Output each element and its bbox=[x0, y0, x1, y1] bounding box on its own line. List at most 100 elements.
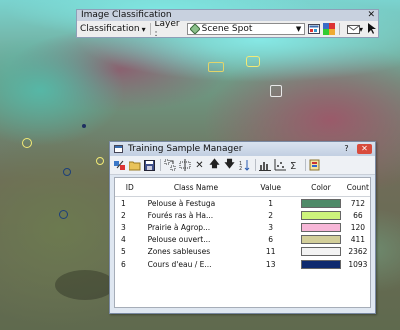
divider bbox=[339, 23, 340, 35]
color-swatch[interactable] bbox=[300, 210, 341, 220]
layer-select[interactable]: Scene Spot ▼ bbox=[186, 23, 306, 35]
class-id-cell[interactable]: 1 bbox=[115, 197, 140, 210]
toolbar-title-text: Image Classification bbox=[81, 10, 172, 20]
table-row[interactable]: 1 Pelouse à Festuga 1 712 bbox=[115, 197, 370, 210]
table-row[interactable]: 2 Fourés ras à Ha... 2 66 bbox=[115, 209, 370, 221]
classify-icon[interactable] bbox=[323, 23, 336, 35]
class-name-cell[interactable]: Zones sableuses bbox=[140, 246, 246, 258]
table-header-row: ID Class Name Value Color Count bbox=[115, 178, 370, 197]
column-header-class-name[interactable]: Class Name bbox=[139, 178, 246, 197]
open-folder-icon[interactable] bbox=[128, 159, 141, 172]
class-color-cell[interactable] bbox=[296, 246, 346, 258]
class-count-cell: 1093 bbox=[348, 259, 368, 269]
split-samples-icon[interactable] bbox=[178, 159, 191, 172]
merge-samples-icon[interactable] bbox=[163, 159, 176, 172]
divider bbox=[305, 159, 306, 171]
raster-layer-icon bbox=[189, 24, 200, 34]
image-classification-toolbar: Image Classification ✕ Classification ▾ … bbox=[76, 9, 379, 39]
layer-select-value: Scene Spot bbox=[201, 24, 253, 34]
create-signature-file-icon[interactable] bbox=[308, 159, 321, 172]
help-button[interactable]: ? bbox=[339, 144, 354, 154]
class-name-cell[interactable]: Cours d'eau / E... bbox=[140, 258, 246, 270]
class-count-cell: 411 bbox=[350, 235, 366, 245]
class-value-cell[interactable]: 3 bbox=[245, 221, 296, 233]
class-id-cell[interactable]: 6 bbox=[115, 258, 140, 270]
window-toolbar: ✕ 🡅 🡇 12 Σ bbox=[110, 156, 375, 175]
class-id-cell[interactable]: 2 bbox=[115, 209, 140, 221]
column-header-value[interactable]: Value bbox=[245, 178, 297, 197]
class-value-cell[interactable]: 2 bbox=[245, 209, 296, 221]
class-id-cell[interactable]: 3 bbox=[115, 221, 140, 233]
training-sample-manager-icon[interactable] bbox=[308, 23, 321, 35]
class-count-cell: 66 bbox=[353, 210, 363, 220]
table-row[interactable]: 4 Pelouse ouvert... 6 411 bbox=[115, 234, 370, 246]
class-name-cell[interactable]: Fourés ras à Ha... bbox=[140, 209, 246, 221]
class-value-cell[interactable]: 6 bbox=[245, 234, 296, 246]
sample-polygon bbox=[270, 85, 282, 97]
color-swatch[interactable] bbox=[300, 259, 341, 269]
divider bbox=[255, 159, 256, 171]
move-up-icon[interactable]: 🡅 bbox=[208, 159, 221, 172]
move-down-icon[interactable]: 🡇 bbox=[223, 159, 236, 172]
color-swatch[interactable] bbox=[300, 222, 341, 232]
delete-icon[interactable]: ✕ bbox=[193, 159, 206, 172]
scatterplot-icon[interactable] bbox=[273, 159, 286, 172]
envelope-icon[interactable] bbox=[346, 23, 360, 35]
class-name-cell[interactable]: Prairie à Agrop... bbox=[140, 221, 246, 233]
class-id-cell[interactable]: 4 bbox=[115, 234, 140, 246]
chevron-down-icon: ▾ bbox=[141, 24, 146, 34]
class-color-cell[interactable] bbox=[296, 258, 346, 270]
window-title-bar[interactable]: Training Sample Manager ? ✕ bbox=[110, 142, 375, 156]
classification-dropdown[interactable]: Classification ▾ bbox=[80, 24, 146, 34]
class-count-cell: 120 bbox=[350, 222, 366, 232]
class-name-cell[interactable]: Pelouse à Festuga bbox=[140, 197, 246, 210]
cursor-select-icon[interactable] bbox=[366, 23, 378, 35]
class-id-cell[interactable]: 5 bbox=[115, 246, 140, 258]
class-name-cell[interactable]: Pelouse ouvert... bbox=[140, 234, 246, 246]
class-color-cell[interactable] bbox=[296, 197, 346, 210]
training-samples-table: ID Class Name Value Color Count 1 Pelouse… bbox=[114, 177, 371, 308]
chevron-down-icon: ▼ bbox=[295, 25, 302, 33]
sort-icon[interactable]: 12 bbox=[238, 159, 251, 172]
dark-river-area bbox=[55, 270, 115, 300]
class-color-cell[interactable] bbox=[296, 209, 346, 221]
class-count-cell: 2362 bbox=[348, 247, 368, 257]
classification-label: Classification bbox=[80, 24, 140, 34]
svg-text:Σ: Σ bbox=[290, 161, 296, 171]
color-swatch[interactable] bbox=[300, 235, 341, 245]
class-color-cell[interactable] bbox=[296, 234, 346, 246]
window-title: Training Sample Manager bbox=[128, 144, 243, 154]
class-value-cell[interactable]: 13 bbox=[245, 258, 296, 270]
color-swatch[interactable] bbox=[300, 247, 341, 257]
statistics-icon[interactable]: Σ bbox=[288, 159, 301, 172]
sample-polygon bbox=[246, 56, 260, 67]
class-color-cell[interactable] bbox=[296, 221, 346, 233]
column-header-count[interactable]: Count bbox=[345, 178, 370, 197]
save-icon[interactable] bbox=[143, 159, 156, 172]
layer-label: Layer : bbox=[154, 19, 180, 39]
divider bbox=[149, 23, 151, 35]
table-row[interactable]: 5 Zones sableuses 11 2362 bbox=[115, 246, 370, 258]
svg-text:2: 2 bbox=[239, 166, 242, 171]
sample-polygon bbox=[82, 124, 86, 128]
histogram-icon[interactable] bbox=[258, 159, 271, 172]
sample-polygon bbox=[22, 138, 32, 148]
table-row[interactable]: 3 Prairie à Agrop... 3 120 bbox=[115, 221, 370, 233]
sample-polygon bbox=[208, 62, 224, 72]
close-button[interactable]: ✕ bbox=[357, 144, 372, 154]
sample-polygon bbox=[96, 157, 104, 165]
training-sample-manager-window: Training Sample Manager ? ✕ ✕ 🡅 🡇 12 Σ I… bbox=[109, 141, 376, 314]
sample-polygon bbox=[59, 210, 68, 219]
table-row[interactable]: 6 Cours d'eau / E... 13 1093 bbox=[115, 258, 370, 270]
close-icon[interactable]: ✕ bbox=[367, 10, 375, 21]
column-header-id[interactable]: ID bbox=[115, 178, 140, 197]
class-value-cell[interactable]: 11 bbox=[245, 246, 296, 258]
divider bbox=[160, 159, 161, 171]
sample-polygon bbox=[63, 168, 71, 176]
toolbar-title[interactable]: Image Classification ✕ bbox=[77, 10, 378, 21]
app-icon bbox=[114, 145, 123, 153]
draw-sample-icon[interactable] bbox=[113, 159, 126, 172]
class-value-cell[interactable]: 1 bbox=[245, 197, 296, 210]
column-header-color[interactable]: Color bbox=[296, 178, 346, 197]
color-swatch[interactable] bbox=[300, 198, 341, 208]
